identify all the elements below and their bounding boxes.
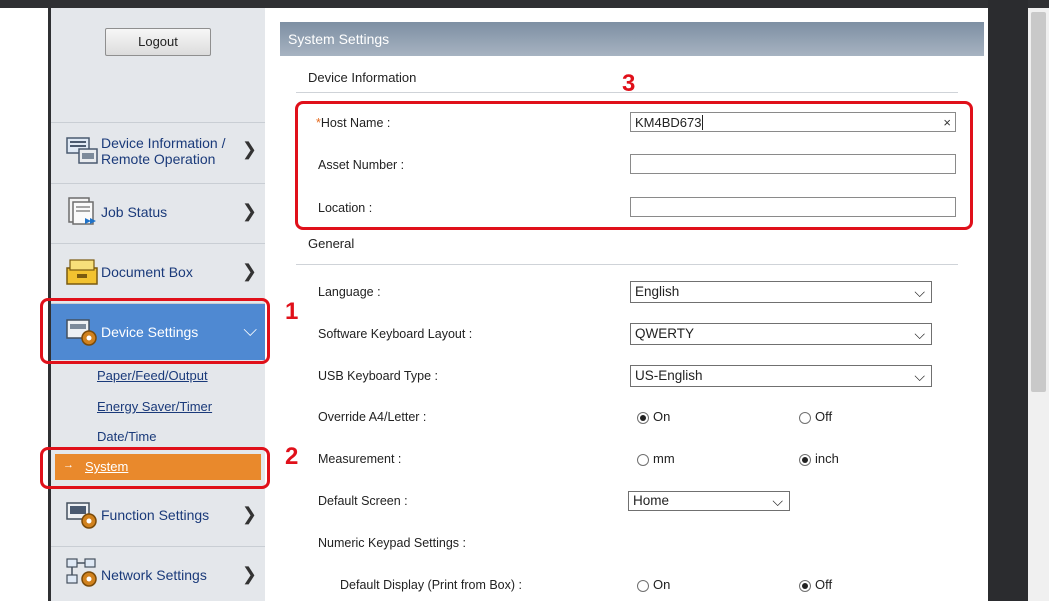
chevron-down-icon: ⌵: [914, 326, 925, 342]
default-display-label: Default Display (Print from Box) :: [340, 578, 522, 592]
panel-header: System Settings: [280, 22, 984, 56]
window-right-border: [988, 0, 1028, 601]
sidebar-item-label: Network Settings: [101, 567, 207, 583]
scrollbar-thumb[interactable]: [1031, 12, 1046, 392]
measurement-mm-radio[interactable]: [637, 454, 649, 466]
usb-keyboard-type-select[interactable]: US-English ⌵: [630, 365, 932, 387]
sidebar-item-document-box[interactable]: Document Box ❯: [51, 243, 265, 300]
sidebar-item-label: Document Box: [101, 264, 193, 280]
override-off-radio[interactable]: [799, 412, 811, 424]
highlight-box-device-information: [295, 101, 973, 230]
highlight-box-system: [40, 447, 270, 489]
window-top-border: [0, 0, 1049, 8]
chevron-right-icon: ❯: [241, 261, 257, 281]
sidebar-item-label: Device Information / Remote Operation: [101, 135, 226, 167]
sidebar-item-label: Function Settings: [101, 507, 210, 523]
measurement-inch-radio[interactable]: [799, 454, 811, 466]
usb-keyboard-type-label: USB Keyboard Type :: [318, 369, 438, 383]
function-settings-icon: [66, 502, 97, 529]
override-on-label: On: [653, 409, 671, 424]
section-title-general: General: [308, 236, 355, 251]
override-a4-letter-label: Override A4/Letter :: [318, 410, 427, 424]
sidebar-item-job-status[interactable]: Job Status ❯: [51, 183, 265, 240]
step-number-1: 1: [285, 298, 299, 325]
device-info-icon: [66, 137, 98, 164]
measurement-inch-label: inch: [815, 451, 839, 466]
chevron-right-icon: ❯: [241, 201, 257, 221]
chevron-down-icon: ⌵: [772, 493, 783, 509]
measurement-mm-label: mm: [653, 451, 675, 466]
sidebar-item-function-settings[interactable]: Function Settings ❯: [51, 486, 265, 543]
section-title-device-information: Device Information: [308, 70, 417, 85]
sidebar-item-network-settings[interactable]: Network Settings ❯: [51, 546, 265, 603]
software-keyboard-layout-select[interactable]: QWERTY ⌵: [630, 323, 932, 345]
sublink-paper-feed-output[interactable]: Paper/Feed/Output: [97, 368, 208, 383]
default-display-off-radio[interactable]: [799, 580, 811, 592]
sidebar-item-label: Job Status: [101, 204, 168, 220]
numeric-keypad-settings-label: Numeric Keypad Settings :: [318, 536, 466, 550]
chevron-down-icon: ⌵: [914, 368, 925, 384]
default-screen-label: Default Screen :: [318, 494, 408, 508]
job-status-icon: [68, 197, 96, 225]
logout-button[interactable]: Logout: [105, 28, 211, 56]
sublink-date-time[interactable]: Date/Time: [97, 429, 156, 444]
step-number-2: 2: [285, 443, 299, 470]
section-divider: [296, 264, 958, 265]
sublink-energy-saver-timer[interactable]: Energy Saver/Timer: [97, 399, 212, 414]
chevron-down-icon: ⌵: [914, 284, 925, 300]
chevron-right-icon: ❯: [241, 564, 257, 584]
chevron-right-icon: ❯: [241, 504, 257, 524]
network-settings-icon: [66, 558, 97, 587]
default-display-off-label: Off: [815, 577, 833, 592]
default-display-on-label: On: [653, 577, 671, 592]
chevron-right-icon: ❯: [241, 139, 257, 159]
sidebar-item-device-information[interactable]: Device Information / Remote Operation ❯: [51, 122, 265, 179]
default-display-on-radio[interactable]: [637, 580, 649, 592]
override-off-label: Off: [815, 409, 833, 424]
default-screen-select[interactable]: Home ⌵: [628, 491, 790, 511]
language-label: Language :: [318, 285, 381, 299]
language-select[interactable]: English ⌵: [630, 281, 932, 303]
measurement-label: Measurement :: [318, 452, 402, 466]
document-box-icon: [66, 259, 98, 285]
highlight-box-device-settings: [40, 298, 270, 364]
step-number-3: 3: [622, 70, 636, 97]
page-title: System Settings: [288, 31, 390, 47]
override-on-radio[interactable]: [637, 412, 649, 424]
software-keyboard-layout-label: Software Keyboard Layout :: [318, 327, 473, 341]
